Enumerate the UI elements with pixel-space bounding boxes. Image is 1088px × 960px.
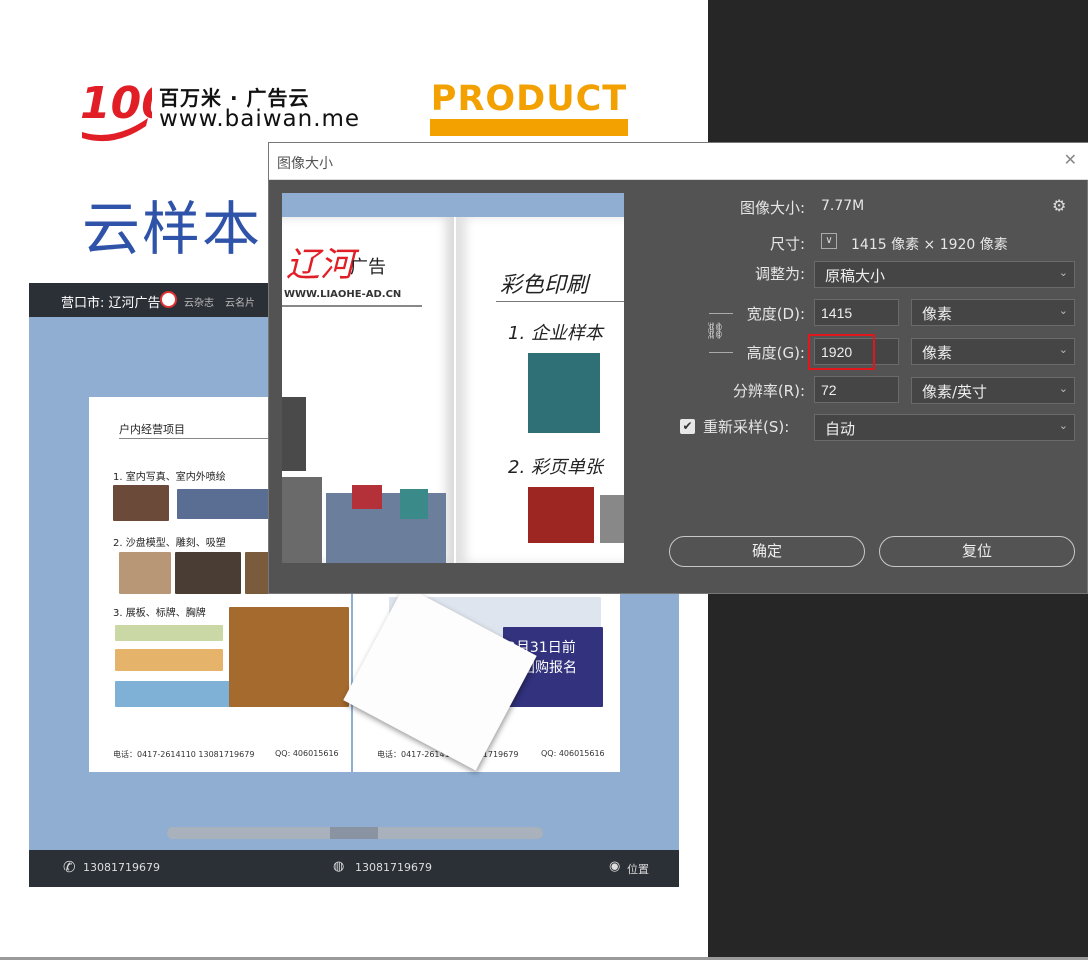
logo-number: 100 [80,78,152,129]
footer-wechat-number[interactable]: 13081719679 [355,861,432,874]
avatar[interactable] [160,291,177,308]
preview-divider [282,305,422,307]
preview-item-1: 1. 企业样本 [508,323,603,344]
brand-url[interactable]: www.baiwan.me [159,106,360,132]
right-footer-qq: QQ: 406015616 [541,749,605,758]
page-scrollbar-thumb[interactable] [330,827,378,839]
preview-products [352,485,382,509]
gear-icon[interactable]: ⚙ [1052,196,1066,215]
left-item-2: 2. 沙盘模型、雕刻、吸塑 [113,538,226,549]
dialog-title: 图像大小 [277,156,333,172]
resample-label: 重新采样(S): [703,418,790,436]
left-item-3: 3. 展板、标牌、胸牌 [113,608,206,619]
chevron-down-icon: ⌄ [1058,304,1068,317]
fit-to-select[interactable]: 原稿大小 ⌄ [814,261,1075,288]
preview-item-1-image [528,353,600,433]
preview-machine [282,397,306,471]
printer-thumb [177,489,269,519]
left-footer-qq: QQ: 406015616 [275,749,339,758]
image-size-value: 7.77M [821,198,865,214]
model-thumb [175,552,241,594]
header-link-magazine[interactable]: 云杂志 [184,294,214,309]
height-label: 高度(G): [746,344,805,362]
phone-header-title: 营口市: 辽河广告 [61,296,161,311]
baiwan-100-logo: 100 [80,78,152,142]
fit-to-value: 原稿大小 [825,267,886,285]
width-unit-select[interactable]: 像素 ⌄ [911,299,1075,326]
left-footer-phone: 电话：0417-2614110 13081719679 [113,750,255,759]
preview-url: WWW.LIAOHE-AD.CN [284,289,402,300]
model-thumb [119,552,171,594]
dialog-titlebar: 图像大小 ✕ [269,143,1088,180]
chevron-down-icon: ⌄ [1058,382,1068,395]
preview-brand-suffix: 广告 [350,257,386,278]
preview-heading-rule [496,301,624,302]
reset-button[interactable]: 复位 [879,536,1075,567]
preview-bg-strip [282,193,624,217]
resolution-unit: 像素/英寸 [922,383,988,401]
height-unit-select[interactable]: 像素 ⌄ [911,338,1075,365]
product-badge: PRODUCT [430,80,628,136]
resolution-unit-select[interactable]: 像素/英寸 ⌄ [911,377,1075,404]
close-icon[interactable]: ✕ [1064,150,1077,169]
footer-location[interactable]: 位置 [627,861,649,877]
product-badge-text: PRODUCT [430,79,628,119]
height-unit: 像素 [922,344,953,362]
chevron-down-icon: ⌄ [1058,266,1068,279]
width-label: 宽度(D): [746,305,805,323]
fit-to-label: 调整为: [754,265,805,283]
preview-brand: 辽河 [286,245,354,285]
resample-value: 自动 [825,420,856,438]
preview-machine [282,477,322,563]
preview-heading: 彩色印刷 [500,273,589,298]
dimensions-value: 1415 像素 × 1920 像素 [851,237,1008,253]
chevron-down-icon: ⌄ [1058,419,1068,432]
dimensions-label: 尺寸: [769,235,805,253]
heading-divider [119,438,269,439]
chevron-down-icon: ⌄ [1058,343,1068,356]
phone-icon[interactable]: ✆ [63,858,76,876]
location-icon[interactable]: ◉ [609,859,620,874]
resample-select[interactable]: 自动 ⌄ [814,414,1075,441]
product-badge-bar [430,119,628,136]
photo-thumb [113,485,169,521]
chevron-down-icon[interactable]: ∨ [821,233,837,249]
preview-products [326,493,446,563]
header-link-card[interactable]: 云名片 [225,294,255,309]
footer-phone-number[interactable]: 13081719679 [83,861,160,874]
preview-products [400,489,428,519]
ok-button[interactable]: 确定 [669,536,865,567]
image-preview[interactable]: 辽河 广告 WWW.LIAOHE-AD.CN 彩色印刷 1. 企业样本 2. 彩… [282,193,624,563]
phone-footer: ✆ 13081719679 ◍ 13081719679 ◉ 位置 [29,850,679,887]
resolution-input[interactable] [814,376,899,403]
preview-item-2-image [600,495,624,543]
width-input[interactable] [814,299,899,326]
page-title: 云样本 [82,195,263,263]
plaque-thumb [229,607,349,707]
preview-left-page: 辽河 广告 WWW.LIAOHE-AD.CN [282,217,454,563]
left-page-heading: 户内经营项目 [119,423,185,436]
highlight-box [808,334,875,370]
preview-item-2-image [528,487,594,543]
sign-thumb [115,649,223,671]
preview-right-page: 彩色印刷 1. 企业样本 2. 彩页单张 [456,217,624,563]
preview-item-2: 2. 彩页单张 [508,457,603,478]
image-size-dialog: 图像大小 ✕ 辽河 广告 WWW.LIAOHE-AD.CN 彩色印刷 1. 企业… [268,142,1088,594]
sign-thumb [115,625,223,641]
left-item-1: 1. 室内写真、室内外喷绘 [113,472,226,483]
resolution-label: 分辨率(R): [732,382,805,400]
wechat-icon[interactable]: ◍ [333,859,344,874]
resample-checkbox[interactable]: ✔ [680,419,695,434]
width-unit: 像素 [922,305,953,323]
image-size-label: 图像大小: [739,199,805,217]
